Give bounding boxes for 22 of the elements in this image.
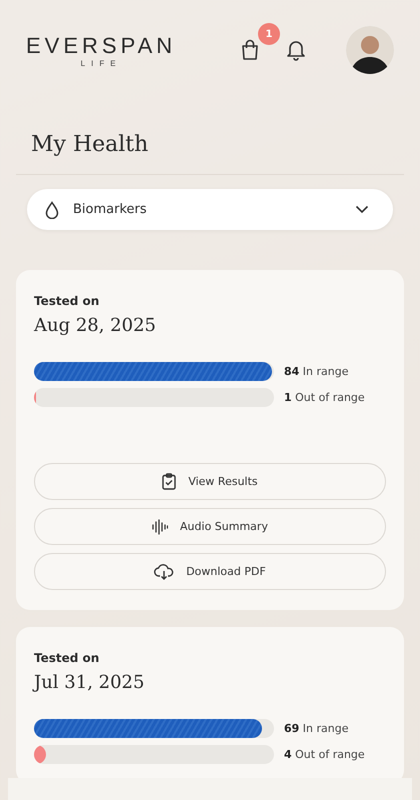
page-title: My Health (31, 132, 150, 159)
logo-text: EVERSPAN (26, 32, 176, 58)
audio-button[interactable]: Audio Summary (34, 508, 386, 545)
logo-subtext: LIFE (80, 58, 122, 68)
chevron-down-icon (355, 205, 369, 214)
in-range-count: 84 In range (284, 365, 349, 378)
tested-on-label: Tested on (34, 294, 100, 308)
category-dropdown[interactable]: Biomarkers (27, 189, 393, 230)
test-date: Aug 28, 2025 (34, 315, 157, 336)
tested-on-label: Tested on (34, 651, 100, 665)
cart-count-badge: 1 (258, 23, 280, 45)
drop-icon (45, 200, 59, 218)
test-date: Jul 31, 2025 (34, 672, 146, 693)
clipboard-icon (162, 473, 176, 490)
out-of-range-count: 4 Out of range (284, 748, 365, 761)
cloud-download-icon (154, 564, 174, 580)
out-of-range-count: 1 Out of range (284, 391, 365, 404)
results-button[interactable]: View Results (34, 463, 386, 500)
in-range-count: 69 In range (284, 722, 349, 735)
avatar-button[interactable] (346, 26, 394, 74)
sound-wave-icon (152, 518, 168, 534)
pdf-button[interactable]: Download PDF (34, 553, 386, 590)
